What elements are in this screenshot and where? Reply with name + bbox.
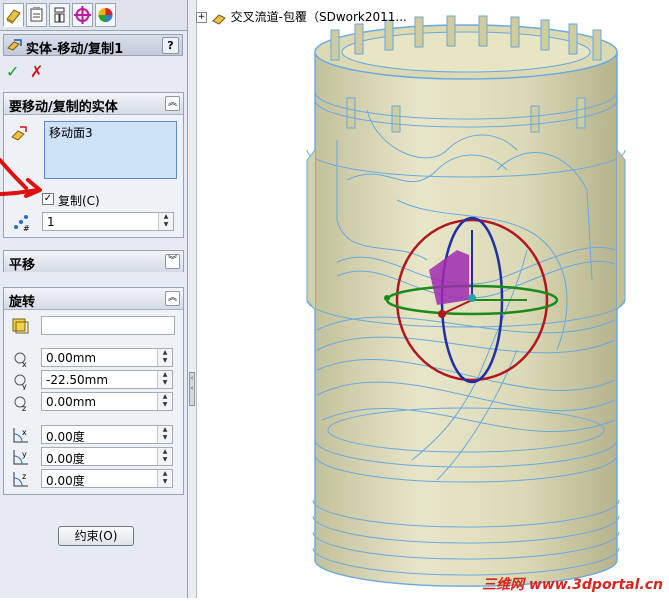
feature-tree-root[interactable]: + 交叉流道-包覆（SDwork2011...: [196, 8, 407, 25]
rotate-group-title: 旋转: [9, 295, 36, 310]
spinner-arrows-icon[interactable]: ▲ ▼: [157, 371, 172, 388]
rotate-group-header[interactable]: 旋转 ︽: [4, 288, 183, 310]
x-angle-icon: x: [13, 428, 28, 443]
svg-text:x: x: [22, 360, 27, 368]
translate-group-header[interactable]: 平移 ︾: [4, 251, 183, 273]
collapse-icon[interactable]: ︽: [165, 96, 180, 111]
tab-configuration-manager[interactable]: [49, 3, 70, 27]
rotation-reference-field[interactable]: [41, 316, 175, 335]
svg-text:y: y: [22, 450, 27, 459]
translate-group-title: 平移: [9, 258, 36, 273]
copy-count-spinner[interactable]: 1 ▲ ▼: [42, 212, 174, 231]
x-origin-value: 0.00mm: [46, 351, 97, 365]
bodies-group-header[interactable]: 要移动/复制的实体 ︽: [4, 93, 183, 115]
feature-tree-root-label: 交叉流道-包覆（SDwork2011...: [230, 10, 407, 24]
bodies-group-title: 要移动/复制的实体: [9, 100, 118, 115]
ok-button[interactable]: ✓: [6, 62, 19, 81]
spinner-arrows-icon[interactable]: ▲ ▼: [157, 393, 172, 410]
feature-tree-icon: [6, 9, 21, 24]
dimxpert-icon: [74, 6, 91, 24]
spinner-arrows-icon[interactable]: ▲ ▼: [157, 349, 172, 366]
property-manager-panel: 实体-移动/复制1 ? ✓ ✗ 要移动/复制的实体 ︽ 移动面3 ✓ 复制(C)…: [0, 0, 188, 598]
spinner-arrows-icon[interactable]: ▲ ▼: [157, 448, 172, 465]
part-3d-model[interactable]: [197, 0, 669, 598]
expand-plus-icon[interactable]: +: [196, 12, 207, 23]
z-origin-value: 0.00mm: [46, 395, 97, 409]
x-angle-value: 0.00度: [46, 430, 85, 444]
constraints-button[interactable]: 约束(O): [58, 526, 134, 546]
cancel-button[interactable]: ✗: [30, 62, 43, 81]
x-origin-icon: x: [14, 352, 27, 368]
watermark-logo: 三维网 www.3dportal.cn: [482, 577, 663, 593]
help-button[interactable]: ?: [162, 37, 179, 54]
copy-count-value: 1: [47, 215, 55, 229]
tab-dimxpert-manager[interactable]: [72, 3, 93, 27]
tab-property-manager[interactable]: [26, 3, 47, 27]
svg-text:z: z: [22, 472, 26, 481]
graphics-viewport[interactable]: [197, 0, 669, 598]
z-angle-spinner[interactable]: 0.00度 ▲ ▼: [41, 469, 173, 488]
collapse-icon[interactable]: ︽: [165, 291, 180, 306]
rotate-group: 旋转 ︽ x 0.00mm ▲ ▼ y -22.50mm ▲ ▼ z 0.00mm …: [3, 287, 184, 495]
move-copy-body-icon: [7, 39, 22, 51]
svg-text:#: #: [23, 224, 30, 232]
y-angle-spinner[interactable]: 0.00度 ▲ ▼: [41, 447, 173, 466]
spinner-arrows-icon[interactable]: ▲ ▼: [157, 426, 172, 443]
annotation-arrow-icon: [0, 158, 42, 198]
expand-icon[interactable]: ︾: [165, 254, 180, 269]
y-origin-icon: y: [14, 374, 27, 390]
y-origin-spinner[interactable]: -22.50mm ▲ ▼: [41, 370, 173, 389]
page-title: 实体-移动/复制1: [26, 42, 124, 57]
x-origin-spinner[interactable]: 0.00mm ▲ ▼: [41, 348, 173, 367]
y-angle-icon: y: [13, 450, 28, 465]
configuration-icon: [54, 7, 65, 23]
splitter-grip-icon[interactable]: ‹ ‹: [189, 372, 195, 406]
translate-group: 平移 ︾: [3, 250, 184, 273]
copy-count-icon: #: [14, 215, 30, 232]
svg-text:x: x: [22, 428, 27, 437]
spinner-arrows-icon[interactable]: ▲ ▼: [158, 213, 173, 230]
copy-label: 复制(C): [58, 194, 100, 208]
reference-vertex-icon: [12, 318, 29, 334]
z-angle-icon: z: [13, 472, 28, 487]
z-origin-spinner[interactable]: 0.00mm ▲ ▼: [41, 392, 173, 411]
property-manager-icon: [30, 7, 43, 22]
property-manager-header: 实体-移动/复制1 ?: [3, 34, 183, 57]
body-selection-icon: [11, 126, 27, 141]
z-origin-icon: z: [14, 396, 26, 412]
svg-text:z: z: [22, 404, 26, 412]
selected-body-item[interactable]: 移动面3: [49, 124, 93, 141]
svg-text:y: y: [22, 382, 27, 390]
display-manager-icon: [98, 8, 113, 22]
spinner-arrows-icon[interactable]: ▲ ▼: [157, 470, 172, 487]
panel-splitter[interactable]: [188, 0, 197, 598]
bodies-selection-list[interactable]: 移动面3: [44, 121, 177, 179]
x-angle-spinner[interactable]: 0.00度 ▲ ▼: [41, 425, 173, 444]
part-icon: [211, 13, 226, 25]
y-angle-value: 0.00度: [46, 452, 85, 466]
manager-tabs: [0, 0, 187, 31]
tab-feature-manager[interactable]: [3, 3, 24, 27]
tab-display-manager[interactable]: [95, 3, 116, 27]
z-angle-value: 0.00度: [46, 474, 85, 488]
y-origin-value: -22.50mm: [46, 373, 109, 387]
ok-cancel-bar: ✓ ✗: [3, 62, 63, 81]
